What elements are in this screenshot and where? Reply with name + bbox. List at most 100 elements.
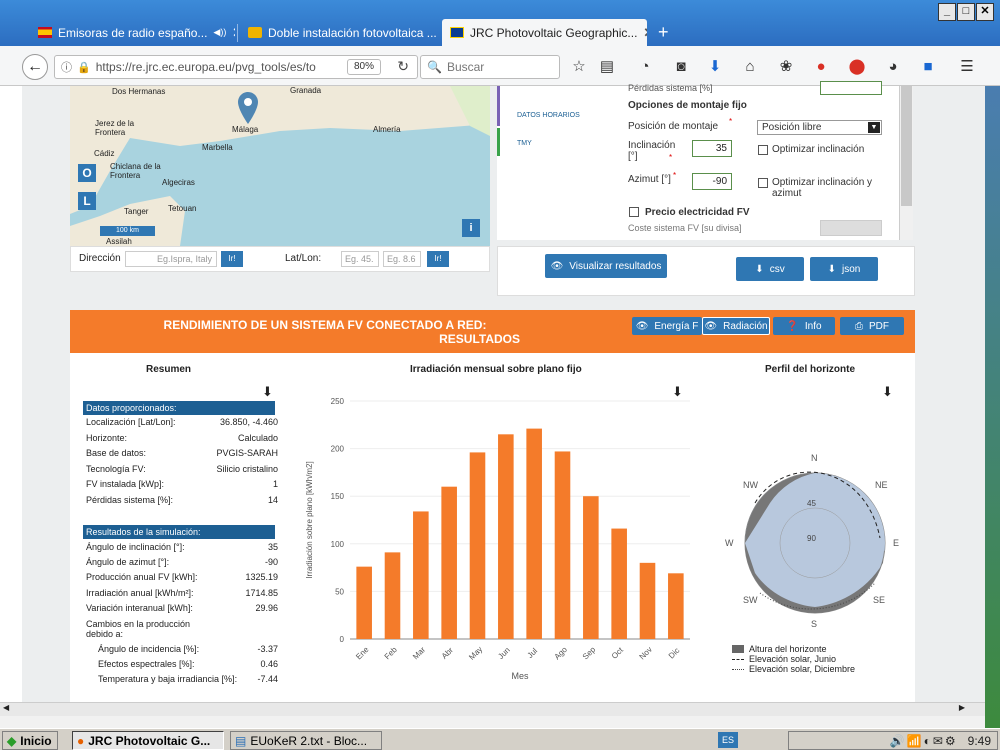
speaker-icon[interactable]: ◀)) — [213, 27, 226, 38]
maximize-button[interactable]: □ — [957, 3, 975, 21]
url-bar[interactable]: ⓘ 🔒 https://re.jrc.ec.europa.eu/pvg_tool… — [54, 55, 418, 79]
adblock-icon[interactable]: ⬤ — [848, 58, 866, 76]
minimize-button[interactable]: _ — [938, 3, 956, 21]
language-indicator[interactable]: ES — [718, 732, 738, 748]
json-button[interactable]: ⬇ json — [810, 257, 878, 281]
spain-flag-icon — [38, 27, 52, 38]
csv-button[interactable]: ⬇ csv — [736, 257, 804, 281]
close-tab-icon[interactable]: ✕ — [643, 25, 647, 41]
perdidas-label: Pérdidas sistema [%] — [628, 83, 713, 93]
addon-icon[interactable]: ◕ — [884, 58, 902, 76]
map-info-button[interactable]: i — [462, 219, 480, 237]
inclinacion-input[interactable]: 35 — [692, 140, 732, 157]
taskbar-label: EUoKeR 2.txt - Bloc... — [250, 733, 368, 748]
tab-tmy[interactable]: TMY — [497, 130, 627, 158]
map-label: Marbella — [202, 143, 233, 152]
download-summary-icon[interactable]: ⬇ — [262, 384, 273, 400]
eu-flag-icon — [450, 27, 464, 38]
tab-doble[interactable]: Doble instalación fotovoltaica ... ✕ — [240, 19, 440, 46]
history-icon[interactable]: ◔ — [636, 58, 654, 76]
energia-button[interactable]: 👁 Energía F — [632, 317, 702, 335]
clock: 9:49 — [967, 733, 991, 748]
summary-key: Temperatura y baja irradiancia [%]: — [98, 674, 238, 684]
perdidas-input[interactable] — [820, 81, 882, 95]
start-label: Inicio — [20, 733, 52, 748]
reading-list-icon[interactable]: ▤ — [598, 58, 616, 76]
cambios-label: Cambios en la producción debido a: — [86, 619, 191, 639]
latlon-go-button[interactable]: Ir! — [427, 251, 449, 267]
map-label: Dos Hermanas — [112, 87, 166, 96]
optimizar-inclinacion-checkbox[interactable] — [758, 145, 768, 155]
bar — [526, 428, 542, 639]
search-box[interactable]: 🔍 Buscar — [420, 55, 560, 79]
legend-diciembre: Elevación solar, Diciembre — [749, 664, 856, 674]
radiacion-button[interactable]: 👁 Radiación — [702, 317, 770, 335]
lon-input[interactable]: Eg. 8.6 — [383, 251, 421, 267]
browser-window: Emisoras de radio españo... ◀)) ✕ Doble … — [0, 0, 1000, 728]
lat-input[interactable]: Eg. 45. — [341, 251, 379, 267]
back-arrow-icon[interactable]: ← — [22, 54, 48, 80]
menu-hamburger-icon[interactable]: ☰ — [958, 58, 976, 76]
scroll-right-icon[interactable]: ▶ — [959, 703, 965, 712]
horizon-title: Perfil del horizonte — [765, 364, 856, 375]
map-control-l[interactable]: L — [78, 192, 96, 210]
pdf-button[interactable]: ⎙ PDF — [840, 317, 904, 335]
info-icon[interactable]: ⓘ — [61, 59, 72, 75]
horizontal-scrollbar[interactable]: ◀ ▶ — [0, 702, 985, 716]
info-button[interactable]: ❓ Info — [773, 317, 835, 335]
summary-row: Localización [Lat/Lon]: 36.850, -4.460 — [86, 417, 278, 427]
posicion-label: Posición de montaje — [628, 121, 719, 132]
summary-row: Pérdidas sistema [%]: 14 — [86, 495, 278, 505]
address-input[interactable]: Eg.Ispra, Italy — [125, 251, 217, 267]
download-icon: ⬇ — [827, 263, 837, 275]
y-tick-label: 250 — [331, 397, 345, 406]
extension-icon[interactable]: ❀ — [777, 58, 795, 76]
summary-value: 1714.85 — [245, 587, 278, 598]
url-text: https://re.jrc.ec.europa.eu/pvg_tools/es… — [95, 60, 316, 74]
scroll-left-icon[interactable]: ◀ — [3, 703, 9, 712]
bookmark-star-icon[interactable]: ☆ — [570, 58, 588, 76]
summary-row: Ángulo de inclinación [°]: 35 — [86, 542, 278, 552]
visualizar-button[interactable]: 👁 Visualizar resultados — [545, 254, 667, 278]
pocket-icon[interactable]: ◙ — [672, 58, 690, 76]
form-scrollbar[interactable] — [899, 86, 913, 240]
address-go-button[interactable]: Ir! — [221, 251, 243, 267]
azimut-input[interactable]: -90 — [692, 173, 732, 190]
tab-jrc[interactable]: JRC Photovoltaic Geographic... ✕ — [442, 19, 647, 46]
location-map[interactable]: Dos Hermanas Jerez de la Frontera Málaga… — [70, 86, 490, 246]
x-tick-label: Nov — [638, 645, 654, 661]
optimizar-incl-azimut-checkbox[interactable] — [758, 178, 768, 188]
summary-value: -3.37 — [257, 644, 278, 654]
close-window-button[interactable]: ✕ — [976, 3, 994, 21]
tab-radio[interactable]: Emisoras de radio españo... ◀)) ✕ — [30, 19, 235, 46]
start-button[interactable]: ◆ Inicio — [2, 731, 58, 750]
posicion-select[interactable]: Posición libre ▼ — [757, 120, 882, 135]
notifications-icon[interactable]: ■ — [919, 58, 937, 76]
visualizar-label: Visualizar resultados — [569, 260, 662, 272]
system-tray: 🔊📶◐✉⚙ 9:49 — [788, 731, 998, 750]
new-tab-button[interactable]: + — [650, 19, 680, 46]
close-tab-icon[interactable]: ✕ — [232, 25, 235, 41]
taskbar-label: JRC Photovoltaic G... — [88, 733, 211, 748]
taskbar-firefox[interactable]: ● JRC Photovoltaic G... — [72, 731, 224, 750]
precio-checkbox[interactable] — [629, 207, 639, 217]
mail-icon[interactable]: ● — [812, 58, 830, 76]
map-label: Cádiz — [94, 149, 115, 158]
summary-key: Producción anual FV [kWh]: — [86, 572, 198, 583]
taskbar-notepad[interactable]: ▤ EUoKeR 2.txt - Bloc... — [230, 731, 382, 750]
map-control-o[interactable]: O — [78, 164, 96, 182]
bar — [384, 552, 401, 639]
coste-input[interactable] — [820, 220, 882, 236]
zoom-indicator[interactable]: 80% — [346, 59, 381, 75]
download-icon[interactable]: ⬇ — [706, 58, 724, 76]
sim-header: Resultados de la simulación: — [83, 525, 275, 539]
map-label: Tetouan — [168, 204, 197, 213]
map-pin-icon[interactable] — [238, 92, 258, 124]
tab-datos-horarios[interactable]: DATOS HORARIOS — [497, 102, 627, 130]
legend-horizonte: Altura del horizonte — [749, 644, 827, 654]
download-horizon-icon[interactable]: ⬇ — [882, 384, 893, 400]
y-axis-label: Irradiación sobre plano [kWh/m2] — [305, 461, 314, 578]
reload-icon[interactable]: ↻ — [397, 58, 409, 75]
home-icon[interactable]: ⌂ — [741, 58, 759, 76]
tray-icons[interactable]: 🔊📶◐✉⚙ — [890, 734, 958, 748]
